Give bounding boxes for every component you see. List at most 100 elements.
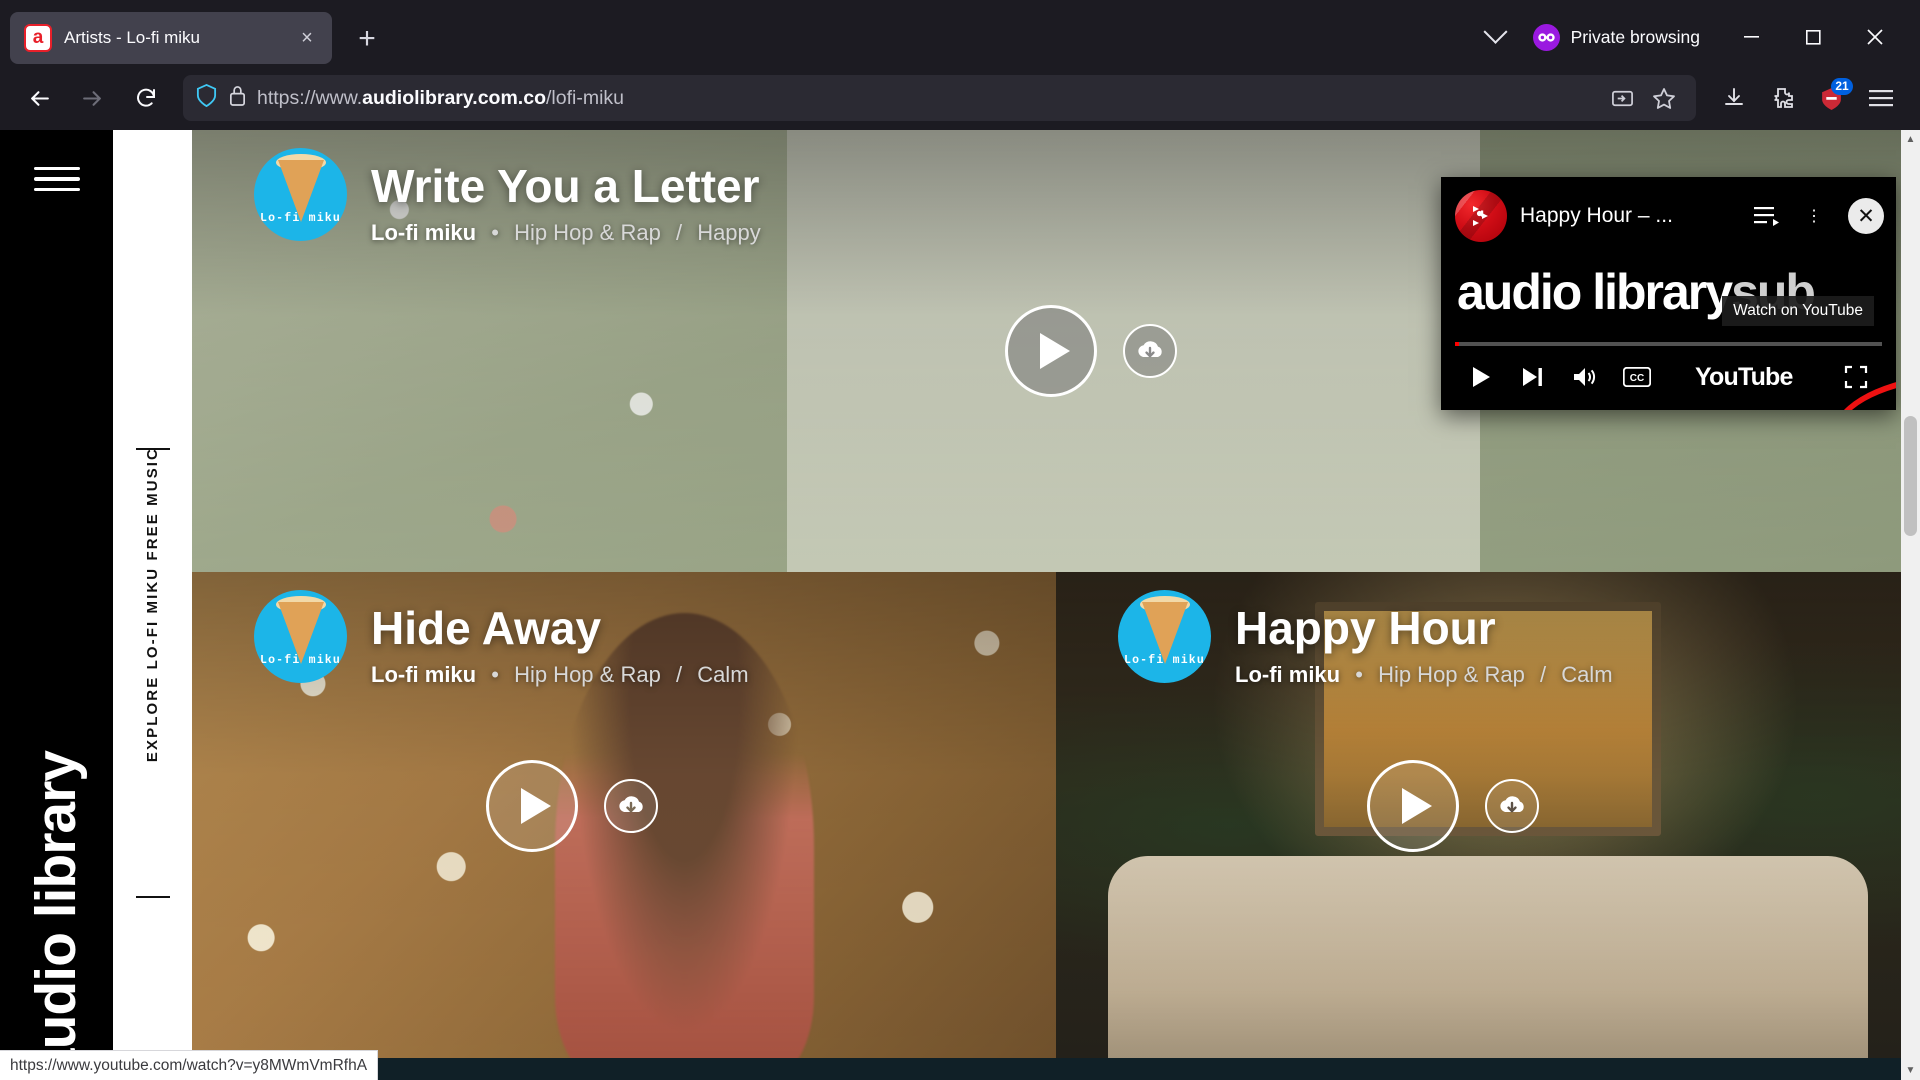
app-menu-button[interactable] (1857, 75, 1904, 122)
tracking-shield-icon[interactable] (195, 83, 218, 113)
tab-title: Artists - Lo-fi miku (64, 28, 201, 47)
navigation-toolbar: https://www.audiolibrary.com.co/lofi-mik… (0, 66, 1920, 130)
tab-close-icon[interactable]: × (292, 23, 322, 53)
meta-separator: • (491, 220, 499, 246)
address-bar-actions (1602, 78, 1684, 118)
track-artist: Lo-fi miku (371, 662, 477, 688)
card-text-block: Hide Away Lo-fi miku • Hip Hop & Rap / C… (371, 590, 749, 688)
track-title: Happy Hour (1235, 602, 1496, 654)
watch-on-youtube-button[interactable]: YouTube (1689, 361, 1799, 394)
track-meta: Lo-fi miku • Hip Hop & Rap / Happy (371, 220, 761, 246)
meta-mood-separator: / (675, 662, 683, 688)
track-mood: Calm (697, 662, 749, 688)
private-browsing-indicator: Private browsing (1527, 23, 1720, 51)
back-button[interactable] (16, 75, 63, 122)
artist-avatar[interactable]: Lo-fi miku (254, 590, 347, 683)
card-header: Lo-fi miku Happy Hour Lo-fi miku • Hip H… (1118, 590, 1613, 688)
playlist-icon[interactable] (1750, 199, 1784, 233)
track-meta: Lo-fi miku • Hip Hop & Rap / Calm (371, 662, 749, 688)
player-progress-bar[interactable] (1455, 342, 1882, 346)
address-bar[interactable]: https://www.audiolibrary.com.co/lofi-mik… (183, 75, 1696, 121)
youtube-mini-player[interactable]: Happy Hour – ... ⋮ ✕ audio librarysub Wa… (1441, 177, 1896, 410)
channel-avatar-icon[interactable] (1455, 190, 1507, 242)
tab-strip: a Artists - Lo-fi miku × + Private brows… (0, 0, 1920, 66)
toolbar-actions: 21 (1710, 75, 1904, 122)
track-genre: Hip Hop & Rap (1378, 662, 1525, 688)
meta-mood-separator: / (1539, 662, 1547, 688)
play-button[interactable] (486, 759, 579, 852)
card-text-block: Happy Hour Lo-fi miku • Hip Hop & Rap / … (1235, 590, 1613, 688)
svg-text:CC: CC (1630, 373, 1644, 384)
track-genre: Hip Hop & Rap (514, 220, 661, 246)
window-close-button[interactable] (1844, 16, 1906, 58)
player-fullscreen-button[interactable] (1830, 354, 1882, 400)
download-button[interactable] (1485, 778, 1540, 833)
reload-button[interactable] (122, 75, 169, 122)
play-button[interactable] (1367, 759, 1460, 852)
extension-badge-count: 21 (1831, 77, 1853, 95)
scroll-up-arrow-icon[interactable]: ▲ (1901, 130, 1920, 149)
play-icon (1039, 333, 1070, 369)
track-card[interactable]: Lo-fi miku Happy Hour Lo-fi miku • Hip H… (1056, 572, 1920, 1080)
audiolibrary-logo-icon (1455, 190, 1507, 242)
track-card[interactable]: Lo-fi miku Hide Away Lo-fi miku • Hip Ho… (192, 572, 1056, 1080)
private-browsing-label: Private browsing (1570, 26, 1700, 47)
meta-separator: • (491, 662, 499, 688)
download-cloud-icon (619, 795, 643, 813)
scrollbar-thumb[interactable] (1904, 416, 1917, 536)
card-controls (1367, 759, 1540, 852)
download-cloud-icon (1137, 341, 1162, 358)
download-cloud-icon (1500, 795, 1525, 813)
card-controls (486, 759, 659, 852)
play-button[interactable] (1004, 305, 1097, 397)
track-meta: Lo-fi miku • Hip Hop & Rap / Calm (1235, 662, 1613, 688)
open-in-app-icon[interactable] (1602, 78, 1642, 118)
player-header: Happy Hour – ... ⋮ ✕ (1441, 177, 1896, 242)
close-player-button[interactable]: ✕ (1848, 198, 1884, 234)
extensions-button[interactable] (1759, 75, 1806, 122)
tabstrip-right-controls: Private browsing (1465, 16, 1910, 58)
browser-tab[interactable]: a Artists - Lo-fi miku × (10, 12, 332, 64)
artist-avatar[interactable]: Lo-fi miku (1118, 590, 1211, 683)
private-mask-icon (1532, 23, 1560, 51)
new-tab-button[interactable]: + (346, 18, 388, 60)
player-captions-button[interactable]: CC (1611, 354, 1663, 400)
download-button[interactable] (1122, 324, 1177, 378)
progress-fill (1455, 342, 1460, 346)
scroll-down-arrow-icon[interactable]: ▼ (1901, 1061, 1920, 1080)
track-title: Write You a Letter (371, 160, 760, 212)
meta-separator: • (1355, 662, 1363, 688)
player-next-button[interactable] (1507, 354, 1559, 400)
forward-button[interactable] (69, 75, 116, 122)
status-bar-link-preview: https://www.youtube.com/watch?v=y8MWmVmR… (0, 1050, 379, 1080)
bookmark-star-icon[interactable] (1644, 78, 1684, 118)
site-menu-button[interactable] (33, 162, 80, 196)
player-video-title: Happy Hour – ... (1520, 204, 1673, 227)
player-volume-button[interactable] (1559, 354, 1611, 400)
track-artist: Lo-fi miku (1235, 662, 1341, 688)
downloads-button[interactable] (1710, 75, 1757, 122)
card-controls (1004, 305, 1177, 397)
more-options-icon[interactable]: ⋮ (1797, 199, 1831, 233)
list-all-tabs-button[interactable] (1465, 16, 1527, 58)
window-maximize-button[interactable] (1782, 16, 1844, 58)
track-card-row-bottom: Lo-fi miku Hide Away Lo-fi miku • Hip Ho… (192, 572, 1920, 1080)
site-left-rail: audio library (0, 130, 113, 1080)
lock-icon[interactable] (228, 84, 247, 112)
player-controls: CC YouTube (1441, 350, 1896, 404)
url-text: https://www.audiolibrary.com.co/lofi-mik… (257, 86, 624, 109)
page-bottom-band (192, 1058, 1920, 1080)
adblock-extension-button[interactable]: 21 (1808, 75, 1855, 122)
page-scrollbar[interactable]: ▲ ▼ (1901, 130, 1920, 1080)
track-mood: Happy (697, 220, 761, 246)
card-text-block: Write You a Letter Lo-fi miku • Hip Hop … (371, 148, 761, 246)
divider-line-bottom (135, 896, 170, 898)
download-button[interactable] (604, 778, 659, 833)
player-play-button[interactable] (1455, 354, 1507, 400)
window-minimize-button[interactable] (1720, 16, 1782, 58)
explore-label-strip: EXPLORE LO-FI MIKU FREE MUSIC (113, 130, 192, 1080)
artist-avatar[interactable]: Lo-fi miku (254, 148, 347, 241)
chevron-down-icon (1483, 19, 1508, 44)
play-icon (521, 787, 552, 824)
track-title: Hide Away (371, 602, 602, 654)
